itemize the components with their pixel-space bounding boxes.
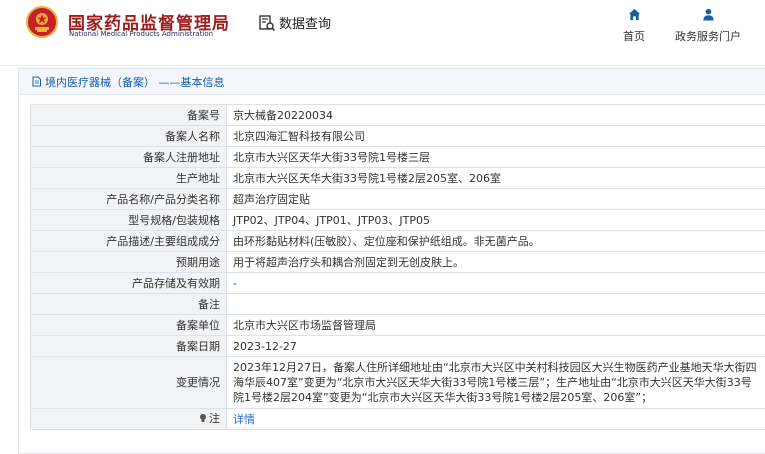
field-value xyxy=(226,293,765,315)
table-row: 备注 xyxy=(30,293,765,315)
field-value: 由环形黏贴材料(压敏胶）、定位座和保护纸组成。非无菌产品。 xyxy=(226,230,765,252)
breadcrumb-text: 境内医疗器械（备案） ——基本信息 xyxy=(45,75,225,89)
details-link[interactable]: 详情 xyxy=(233,413,255,426)
table-row: 产品描述/主要组成成分 由环形黏贴材料(压敏胶）、定位座和保护纸组成。非无菌产品… xyxy=(30,230,765,252)
document-icon xyxy=(32,76,41,87)
note-label-cell: 注 xyxy=(30,408,227,430)
nav-service-portal-label: 政务服务门户 xyxy=(675,30,741,43)
content-panel: 境内医疗器械（备案） ——基本信息 备案号 京大械备20220034 备案人名称… xyxy=(18,68,765,454)
table-row: 产品名称/产品分类名称 超声治疗固定贴 xyxy=(30,188,765,210)
national-emblem-icon xyxy=(26,6,58,38)
field-label: 备注 xyxy=(30,293,227,315)
data-query-link[interactable]: 数据查询 xyxy=(258,13,331,32)
site-header: 国家药品监督管理局 National Medical Products Admi… xyxy=(0,0,765,66)
field-value: 超声治疗固定贴 xyxy=(226,188,765,210)
field-label: 产品名称/产品分类名称 xyxy=(30,188,227,210)
table-row: 预期用途 用于将超声治疗头和耦合剂固定到无创皮肤上。 xyxy=(30,251,765,273)
field-label: 备案人名称 xyxy=(30,125,227,147)
record-detail-table: 备案号 京大械备20220034 备案人名称 北京四海汇智科技有限公司 备案人注… xyxy=(30,104,765,430)
field-label: 备案人注册地址 xyxy=(30,146,227,168)
note-value-cell: 详情 xyxy=(226,408,765,430)
home-icon xyxy=(628,8,640,21)
field-value: 北京四海汇智科技有限公司 xyxy=(226,125,765,147)
field-value: 2023-12-27 xyxy=(226,335,765,357)
field-value: 北京市大兴区市场监督管理局 xyxy=(226,314,765,336)
table-row: 型号规格/包装规格 JTP02、JTP04、JTP01、JTP03、JTP05 xyxy=(30,209,765,231)
table-row: 备案单位 北京市大兴区市场监督管理局 xyxy=(30,314,765,336)
field-value: 北京市大兴区天华大街33号院1号楼三层 xyxy=(226,146,765,168)
note-label-text: 注 xyxy=(209,411,220,425)
nav-home-label: 首页 xyxy=(623,30,645,43)
field-value: - xyxy=(226,272,765,294)
field-label: 备案单位 xyxy=(30,314,227,336)
data-query-label: 数据查询 xyxy=(279,17,332,32)
field-label: 变更情况 xyxy=(30,356,227,409)
field-label: 备案号 xyxy=(30,104,227,126)
table-row: 生产地址 北京市大兴区天华大街33号院1号楼2层205室、206室 xyxy=(30,167,765,189)
field-value: 用于将超声治疗头和耦合剂固定到无创皮肤上。 xyxy=(226,251,765,273)
field-label: 产品存储及有效期 xyxy=(30,272,227,294)
table-row: 备案人注册地址 北京市大兴区天华大街33号院1号楼三层 xyxy=(30,146,765,168)
table-row: 变更情况 2023年12月27日，备案人住所详细地址由“北京市大兴区中关村科技园… xyxy=(30,356,765,409)
field-label: 型号规格/包装规格 xyxy=(30,209,227,231)
field-label: 备案日期 xyxy=(30,335,227,357)
table-row-note: 注 详情 xyxy=(30,408,765,430)
lightbulb-icon xyxy=(200,414,206,423)
field-label: 预期用途 xyxy=(30,251,227,273)
field-value: JTP02、JTP04、JTP01、JTP03、JTP05 xyxy=(226,209,765,231)
field-label: 产品描述/主要组成成分 xyxy=(30,230,227,252)
field-label: 生产地址 xyxy=(30,167,227,189)
document-search-icon xyxy=(259,14,276,31)
table-row: 备案日期 2023-12-27 xyxy=(30,335,765,357)
table-row: 备案人名称 北京四海汇智科技有限公司 xyxy=(30,125,765,147)
user-icon xyxy=(702,8,714,21)
agency-subtitle: National Medical Products Administration xyxy=(69,30,214,38)
nav-service-portal[interactable]: 政务服务门户 xyxy=(665,6,751,44)
nav-home[interactable]: 首页 xyxy=(614,6,654,44)
table-row: 备案号 京大械备20220034 xyxy=(30,104,765,126)
field-value: 北京市大兴区天华大街33号院1号楼2层205室、206室 xyxy=(226,167,765,189)
field-value: 京大械备20220034 xyxy=(226,104,765,126)
table-row: 产品存储及有效期 - xyxy=(30,272,765,294)
note-label: 注 xyxy=(198,411,220,426)
breadcrumb: 境内医疗器械（备案） ——基本信息 xyxy=(19,69,765,95)
field-value: 2023年12月27日，备案人住所详细地址由“北京市大兴区中关村科技园区大兴生物… xyxy=(226,356,765,409)
